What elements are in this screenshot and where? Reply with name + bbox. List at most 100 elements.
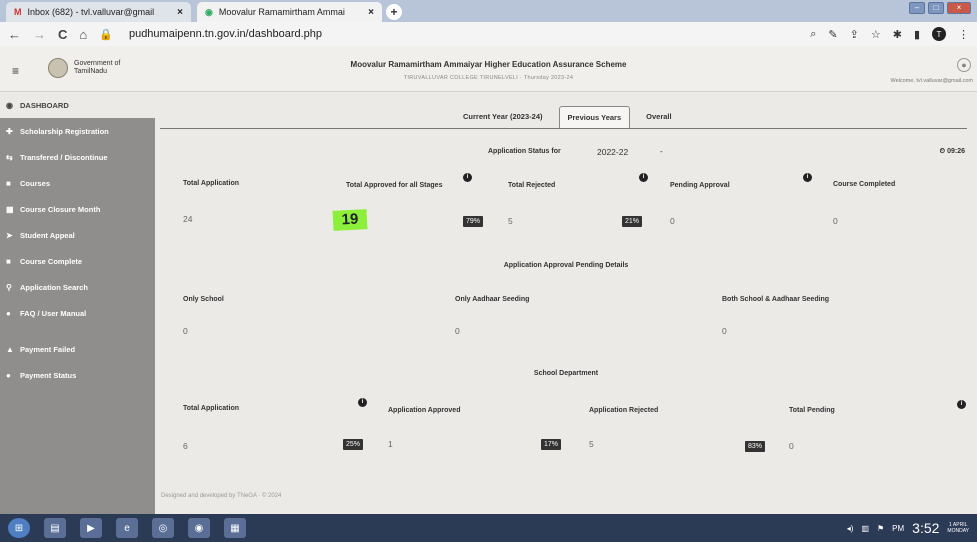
network-icon[interactable]: ▥: [861, 524, 869, 533]
sidebar-item-label: DASHBOARD: [20, 100, 69, 110]
sidebar-item-label: Transfered / Discontinue: [20, 152, 108, 162]
sidebar-item-label: Application Search: [20, 282, 88, 292]
sidebar-divider: [0, 326, 155, 336]
back-icon[interactable]: ←: [8, 27, 21, 42]
flag-icon[interactable]: ⚑: [877, 524, 884, 533]
new-tab-button[interactable]: +: [386, 4, 402, 20]
only-school-value: 0: [183, 326, 188, 336]
puzzle-icon[interactable]: ✱: [893, 28, 902, 41]
sidebar-item-transfered[interactable]: ⇆ Transfered / Discontinue: [0, 144, 155, 170]
profile-avatar[interactable]: T: [932, 27, 946, 41]
info-icon[interactable]: i: [957, 400, 966, 409]
media-player-icon[interactable]: ▶: [80, 518, 102, 538]
browser-tab-gmail[interactable]: M Inbox (682) - tvl.valluvar@gmail ×: [6, 2, 191, 22]
sidepanel-icon[interactable]: ▮: [914, 28, 920, 41]
url-field[interactable]: pudhumaipenn.tn.gov.in/dashboard.php: [129, 28, 322, 40]
school-rejected-value: 5: [589, 439, 594, 449]
tab-divider: [160, 128, 967, 129]
date-line-2: MONDAY: [947, 528, 969, 534]
extension-icon[interactable]: ✎: [828, 28, 837, 41]
clock-time[interactable]: 3:52: [912, 520, 939, 536]
search-icon: ⚲: [6, 282, 12, 292]
forward-icon[interactable]: →: [33, 27, 46, 42]
pending-approval-label: Pending Approval: [670, 182, 730, 189]
tab-previous-years[interactable]: Previous Years: [558, 106, 631, 128]
approved-percent-badge: 79%: [463, 216, 484, 227]
start-button[interactable]: ⊞: [8, 518, 30, 538]
lock-icon: 🔒: [99, 28, 113, 41]
help-icon: ●: [6, 308, 11, 318]
rejected-label: Total Rejected: [508, 182, 556, 189]
sidebar-item-courses[interactable]: ■ Courses: [0, 170, 155, 196]
os-taskbar: ⊞ ▤ ▶ e ◎ ◉ ▦ ◂) ▥ ⚑ PM 3:52 1 APRIL MON…: [0, 514, 977, 542]
timer-icon: ⏲: [939, 148, 946, 155]
chrome-icon[interactable]: ◎: [152, 518, 174, 538]
sidebar-item-course-complete[interactable]: ■ Course Complete: [0, 248, 155, 274]
sidebar-item-scholarship-registration[interactable]: ✚ Scholarship Registration: [0, 118, 155, 144]
info-icon[interactable]: i: [358, 398, 367, 407]
home-icon[interactable]: ⌂: [79, 27, 87, 42]
approved-highlight: 19: [332, 209, 368, 231]
sidebar-item-course-closure-month[interactable]: ▦ Course Closure Month: [0, 196, 155, 222]
menu-dots-icon[interactable]: ⋮: [958, 28, 969, 41]
calculator-icon[interactable]: ▦: [224, 518, 246, 538]
internet-explorer-icon[interactable]: e: [116, 518, 138, 538]
clock-date: 1 APRIL MONDAY: [947, 522, 969, 534]
sidebar-item-payment-failed[interactable]: ▲ Payment Failed: [0, 336, 155, 362]
school-approved-percent-badge: 17%: [541, 439, 562, 450]
browser-tab-strip: M Inbox (682) - tvl.valluvar@gmail × ◉ M…: [0, 0, 977, 22]
sidebar-item-payment-status[interactable]: ● Payment Status: [0, 362, 155, 388]
info-icon[interactable]: i: [639, 173, 648, 182]
firefox-icon[interactable]: ◉: [188, 518, 210, 538]
rejected-value: 5: [508, 216, 513, 226]
year-select-caret[interactable]: -: [660, 147, 663, 156]
gmail-icon: M: [14, 7, 22, 17]
tab-current-year[interactable]: Current Year (2023-24): [455, 106, 551, 128]
window-controls: – □ ×: [909, 2, 971, 14]
info-icon[interactable]: i: [803, 173, 812, 182]
pending-details-title: Application Approval Pending Details: [503, 262, 629, 269]
sidebar-item-label: Student Appeal: [20, 230, 75, 240]
pending-approval-value: 0: [670, 216, 675, 226]
browser-tab-site[interactable]: ◉ Moovalur Ramamirtham Ammai ×: [197, 2, 382, 22]
volume-icon[interactable]: ◂): [847, 524, 854, 533]
calendar-icon: ▦: [6, 204, 14, 214]
close-tab-icon[interactable]: ×: [368, 7, 374, 18]
total-application-label: Total Application: [183, 180, 239, 187]
minimize-button[interactable]: –: [909, 2, 925, 14]
courses-icon: ■: [6, 178, 11, 188]
maximize-button[interactable]: □: [928, 2, 944, 14]
only-aadhaar-label: Only Aadhaar Seeding: [455, 296, 530, 303]
sidebar-item-student-appeal[interactable]: ➤ Student Appeal: [0, 222, 155, 248]
registration-icon: ✚: [6, 126, 13, 136]
window-close-button[interactable]: ×: [947, 2, 971, 14]
sidebar-item-label: Payment Failed: [20, 344, 76, 354]
info-icon[interactable]: i: [463, 173, 472, 182]
reload-icon[interactable]: C: [58, 27, 67, 42]
sidebar: ◉ DASHBOARD ✚ Scholarship Registration ⇆ Tr…: [0, 92, 155, 514]
share-icon[interactable]: ⇪: [850, 28, 859, 41]
sidebar-item-application-search[interactable]: ⚲ Application Search: [0, 274, 155, 300]
sidebar-item-label: FAQ / User Manual: [20, 308, 87, 318]
approved-label: Total Approved for all Stages: [346, 182, 443, 189]
dashboard-icon: ◉: [6, 100, 13, 110]
sidebar-item-dashboard[interactable]: ◉ DASHBOARD: [0, 92, 155, 118]
year-select[interactable]: 2022-22: [597, 147, 628, 157]
user-account-icon[interactable]: ●: [957, 58, 971, 72]
zoom-icon[interactable]: ⌕: [810, 28, 816, 41]
school-pending-value: 0: [789, 441, 794, 451]
timer-value: 09:26: [947, 148, 965, 155]
total-application-value: 24: [183, 214, 193, 224]
system-tray: ◂) ▥ ⚑ PM 3:52 1 APRIL MONDAY: [847, 520, 977, 536]
tab-overall[interactable]: Overall: [638, 106, 679, 128]
school-approved-value: 1: [388, 439, 393, 449]
file-explorer-icon[interactable]: ▤: [44, 518, 66, 538]
footer-credit: Designed and developed by TNeGA · © 2024: [161, 493, 282, 499]
scheme-title: Moovalur Ramamirtham Ammaiyar Higher Edu…: [350, 60, 627, 69]
bookmark-star-icon[interactable]: ☆: [871, 28, 881, 41]
sidebar-item-faq[interactable]: ● FAQ / User Manual: [0, 300, 155, 326]
close-tab-icon[interactable]: ×: [177, 7, 183, 18]
rejected-percent-badge: 21%: [622, 216, 643, 227]
sidebar-item-label: Scholarship Registration: [20, 126, 109, 136]
welcome-text: Welcome, tvl.valluvar@gmail.com: [890, 78, 973, 84]
